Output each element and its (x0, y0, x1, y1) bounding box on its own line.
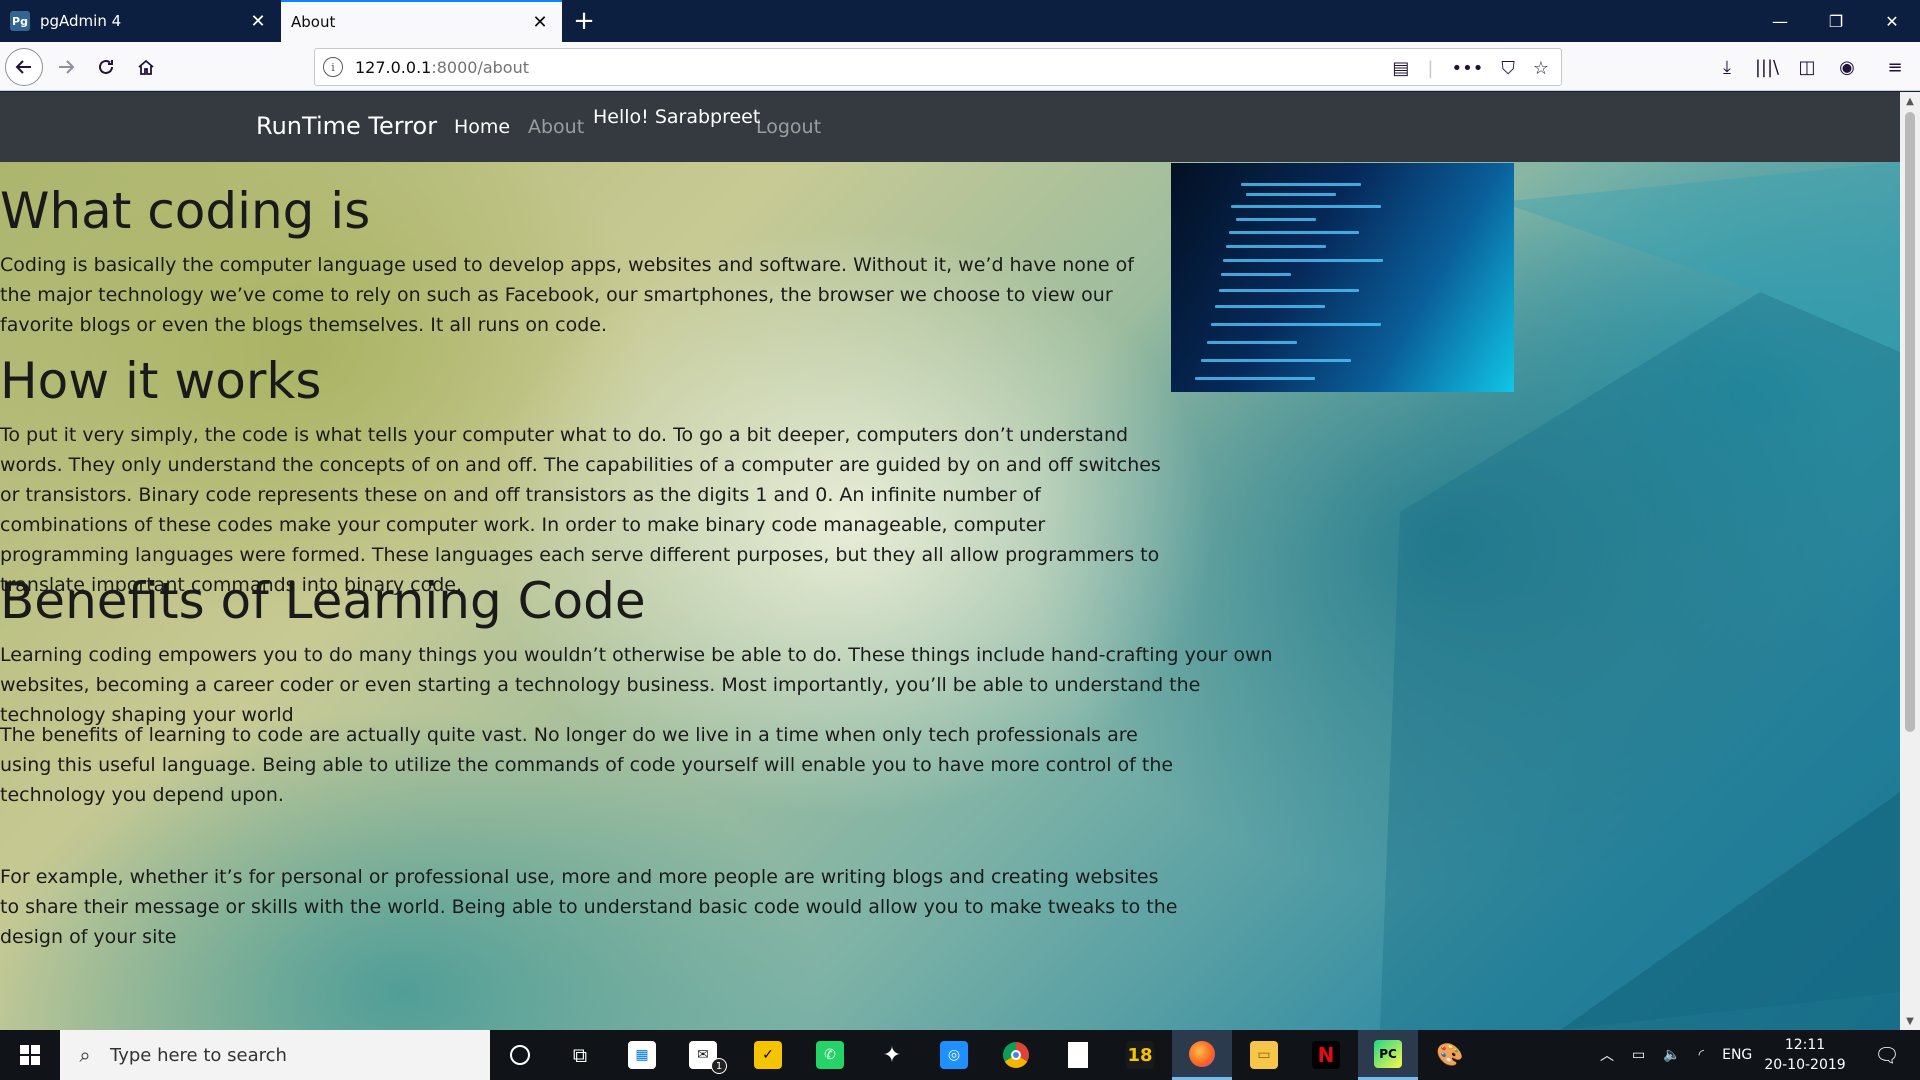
page-scrollbar[interactable]: ▲ ▼ (1900, 92, 1920, 1030)
scroll-down-icon[interactable]: ▼ (1900, 1012, 1920, 1030)
url-host: 127.0.0.1 (355, 57, 432, 77)
windows-taskbar: ⌕ Type here to search ⧉ ▦ ✉ 1 ✓ ✆ ✦ ◎ 18… (0, 1030, 1920, 1080)
netflix-icon[interactable]: N (1296, 1030, 1356, 1080)
arrow-right-icon (59, 60, 75, 74)
tab-title: About (291, 13, 336, 31)
pocket-icon[interactable]: ⛉ (1501, 58, 1515, 79)
section-benefits-text-2: The benefits of learning to code are act… (0, 724, 1174, 806)
cortana-icon[interactable] (490, 1030, 550, 1080)
chrome-icon[interactable] (986, 1030, 1046, 1080)
site-brand[interactable]: RunTime Terror (256, 112, 437, 140)
pgadmin-favicon-icon: Pg (10, 11, 30, 31)
taskbar-clock[interactable]: 12:11 20-10-2019 (1760, 1035, 1850, 1075)
account-icon[interactable]: ◉ (1828, 48, 1866, 86)
language-indicator[interactable]: ENG (1722, 1047, 1752, 1063)
bookmark-star-icon[interactable]: ☆ (1533, 58, 1549, 79)
section-benefits-title: Benefits of Learning Code (0, 572, 646, 630)
store-icon[interactable]: ▦ (612, 1030, 672, 1080)
paint-icon[interactable]: 🎨 (1420, 1030, 1480, 1080)
section-benefits-text-1: Learning coding empowers you to do many … (0, 644, 1273, 726)
url-bar[interactable]: i 127.0.0.1 :8000/about ▤ | ••• ⛉ ☆ (314, 48, 1562, 86)
page-viewport: RunTime Terror Home About Hello! Sarabpr… (0, 92, 1900, 1030)
home-button[interactable] (127, 48, 165, 86)
reload-icon (99, 59, 113, 74)
separator: | (1427, 57, 1434, 79)
battery-icon[interactable]: ▭ (1632, 1047, 1645, 1063)
nav-about-link[interactable]: About (528, 116, 584, 138)
file-explorer-icon[interactable]: ▭ (1234, 1030, 1294, 1080)
browser-toolbar: i 127.0.0.1 :8000/about ▤ | ••• ⛉ ☆ ⤓ ||… (0, 42, 1920, 91)
site-navbar: RunTime Terror Home About Hello! Sarabpr… (0, 92, 1900, 162)
task-view-icon[interactable]: ⧉ (550, 1030, 610, 1080)
section-what-coding-text: Coding is basically the computer languag… (0, 254, 1134, 336)
restore-button[interactable]: ❐ (1808, 0, 1864, 42)
firefox-icon[interactable] (1172, 1030, 1232, 1080)
scroll-up-icon[interactable]: ▲ (1900, 92, 1920, 110)
tab-title: pgAdmin 4 (40, 12, 122, 30)
download-icon[interactable]: ⤓ (1708, 48, 1746, 86)
close-icon[interactable]: ✕ (242, 5, 274, 37)
compass-app-icon[interactable]: ✦ (862, 1030, 922, 1080)
search-placeholder: Type here to search (110, 1044, 287, 1066)
section-how-it-works-title: How it works (0, 352, 322, 410)
back-button[interactable] (5, 48, 43, 86)
minimize-button[interactable]: — (1752, 0, 1808, 42)
mail-icon[interactable]: ✉ 1 (673, 1030, 733, 1080)
new-tab-button[interactable]: + (568, 5, 600, 37)
info-icon[interactable]: i (323, 57, 343, 77)
search-icon: ⌕ (79, 1043, 91, 1067)
pycharm-icon[interactable]: PC (1358, 1030, 1418, 1080)
nav-greeting: Hello! Sarabpreet (593, 106, 761, 128)
browser-tab-strip: Pg pgAdmin 4 ✕ About ✕ + — ❐ ✕ (0, 0, 1920, 42)
clock-date: 20-10-2019 (1764, 1057, 1846, 1073)
wifi-icon[interactable]: ◜ (1699, 1047, 1704, 1063)
tab-pgadmin[interactable]: Pg pgAdmin 4 ✕ (0, 0, 280, 42)
scroll-thumb[interactable] (1905, 112, 1915, 732)
more-actions-icon[interactable]: ••• (1452, 58, 1484, 79)
window-close-button[interactable]: ✕ (1864, 0, 1920, 42)
library-icon[interactable]: |||\ (1748, 48, 1786, 86)
code-screen-image (1171, 163, 1514, 392)
clock-time: 12:11 (1784, 1037, 1826, 1053)
chevron-up-icon[interactable]: ︿ (1600, 1045, 1614, 1065)
nav-home-link[interactable]: Home (454, 116, 510, 138)
app-18-icon[interactable]: 18 (1110, 1030, 1170, 1080)
reload-button[interactable] (87, 48, 125, 86)
volume-icon[interactable]: 🔈 (1663, 1047, 1680, 1063)
close-icon[interactable]: ✕ (524, 6, 556, 38)
reader-view-icon[interactable]: ▤ (1392, 58, 1409, 79)
notepad-icon[interactable] (1048, 1030, 1108, 1080)
section-what-coding-title: What coding is (0, 182, 371, 240)
taskbar-search[interactable]: ⌕ Type here to search (60, 1030, 490, 1080)
home-icon (138, 59, 154, 75)
windows-logo-icon (20, 1045, 40, 1065)
sidebar-icon[interactable]: ◫ (1788, 48, 1826, 86)
action-center-icon[interactable]: 🗨 (1862, 1030, 1912, 1080)
instagram-icon[interactable]: ◎ (924, 1030, 984, 1080)
forward-button[interactable] (47, 48, 85, 86)
section-benefits-text-3: For example, whether it’s for personal o… (0, 866, 1178, 948)
system-tray: ︿ ▭ 🔈 ◜ ENG (1600, 1030, 1752, 1080)
arrow-left-icon (15, 60, 31, 74)
start-button[interactable] (0, 1030, 60, 1080)
whatsapp-icon[interactable]: ✆ (800, 1030, 860, 1080)
tab-about[interactable]: About ✕ (281, 0, 562, 42)
url-path: :8000/about (431, 57, 530, 77)
nav-logout-link[interactable]: Logout (756, 116, 821, 138)
norton-icon[interactable]: ✓ (738, 1030, 798, 1080)
mail-badge: 1 (711, 1058, 727, 1074)
menu-icon[interactable]: ≡ (1876, 48, 1914, 86)
